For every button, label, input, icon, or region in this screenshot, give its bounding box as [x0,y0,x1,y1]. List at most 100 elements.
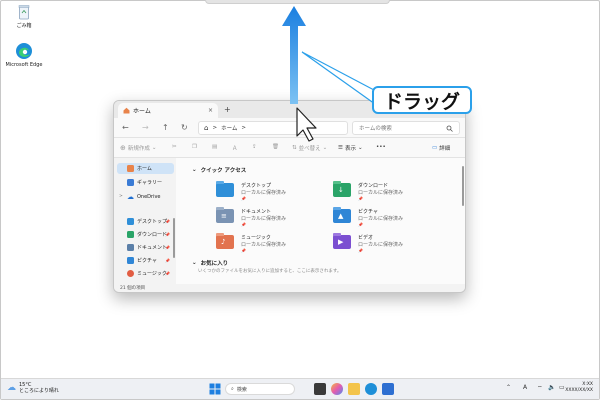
address-bar[interactable]: ⌂ > ホーム > [198,121,348,135]
store-icon[interactable] [382,383,394,395]
documents-icon [127,244,134,251]
desktop-icon-recycle-bin[interactable]: ごみ箱 [0,4,48,29]
view-button-label: 表示 [344,146,356,152]
folder-documents[interactable]: ≡ ドキュメント ローカルに保存済み 📌 [216,207,336,229]
refresh-button[interactable]: ↻ [181,123,188,132]
edge-taskbar-icon[interactable] [365,383,377,395]
desktop-folder-icon [127,218,134,225]
new-button[interactable]: ⊕ 新規作成 ⌄ [120,144,157,152]
start-button[interactable] [209,383,221,395]
folder-status: ローカルに保存済み [241,190,287,196]
back-button[interactable]: ← [122,123,129,132]
chevron-down-icon[interactable]: ⌄ [192,167,197,173]
sidebar-item-downloads[interactable]: ダウンロード 📌 [117,229,174,240]
home-icon [123,107,130,114]
pin-icon: 📌 [165,232,170,237]
chevron-down-icon[interactable]: ⌄ [192,260,197,266]
desktop-icon-edge[interactable]: Microsoft Edge [0,42,48,68]
folder-name: デスクトップ [241,183,272,189]
pictures-folder-icon: ▲ [333,207,351,223]
volume-icon[interactable]: 🔈 [548,384,555,391]
content-pane: ⌄ クイック アクセス デスクトップ ローカルに保存済み 📌 ↓ ダウンロード … [176,158,465,284]
new-tab-button[interactable]: + [224,105,231,114]
tab-title: ホーム [133,108,151,115]
sidebar-item-pictures[interactable]: ピクチャ 📌 [117,255,174,266]
file-explorer-taskbar-icon[interactable] [348,383,360,395]
file-explorer-window[interactable]: ホーム × + ← → ↑ ↻ ⌂ > ホーム > ホームの検索 ⊕ 新規作成 … [113,100,466,293]
pin-icon: 📌 [358,196,363,201]
sidebar-item-label: ホーム [137,166,152,172]
download-icon [127,231,134,238]
pin-icon: 📌 [165,219,170,224]
paste-icon[interactable]: ▤ [212,144,217,150]
favorites-header[interactable]: ⌄ お気に入り [192,259,228,267]
share-icon[interactable]: ⇪ [252,144,257,150]
quick-access-title: クイック アクセス [200,168,247,174]
desktop-icon-label: ごみ箱 [16,23,32,29]
folder-desktop[interactable]: デスクトップ ローカルに保存済み 📌 [216,181,336,203]
copilot-icon[interactable] [331,383,343,395]
quick-access-header[interactable]: ⌄ クイック アクセス [192,166,246,174]
forward-button[interactable]: → [142,123,149,132]
pin-icon: 📌 [165,258,170,263]
sidebar-item-onedrive[interactable]: > ☁ OneDrive [117,191,174,202]
chevron-right-icon[interactable]: > [119,194,123,199]
favorites-empty-message: いくつかのファイルをお気に入りに追加すると、ここに表示されます。 [198,269,342,274]
clock[interactable]: X:XX XXXX/XX/XX [565,382,593,394]
wifi-icon[interactable]: ⌔ [537,384,543,392]
task-view-icon[interactable] [314,383,326,395]
music-icon [127,270,134,277]
breadcrumb-home[interactable]: ホーム [221,124,237,132]
chevron-up-icon[interactable]: ⌃ [506,384,511,391]
up-button[interactable]: ↑ [162,123,169,132]
command-bar: ⊕ 新規作成 ⌄ ✂ ❐ ▤ Ａ ⇪ 🗑 ⇅ 並べ替え ⌄ ☰ 表示 ⌄ •••… [114,138,465,158]
new-button-label: 新規作成 [127,146,150,152]
sort-button-label: 並べ替え [298,146,321,152]
sidebar-item-home[interactable]: ホーム [117,163,174,174]
details-button[interactable]: ▭ 詳細 [432,144,450,152]
sidebar-item-gallery[interactable]: ギャラリー [117,177,174,188]
sort-button[interactable]: ⇅ 並べ替え ⌄ [292,144,327,152]
ime-indicator[interactable]: A [523,384,527,391]
pin-icon: 📌 [241,196,246,201]
weather-description: ところにより晴れ [19,388,59,394]
plus-icon: ⊕ [120,144,126,152]
delete-icon[interactable]: 🗑 [272,144,279,150]
recycle-bin-icon [18,4,30,20]
tab-home[interactable]: ホーム × [118,103,218,118]
sidebar-item-label: ミュージック [137,271,167,277]
content-scrollbar[interactable] [462,166,464,206]
copy-icon[interactable]: ❐ [192,144,197,150]
cut-icon[interactable]: ✂ [172,144,177,150]
close-tab-icon[interactable]: × [208,107,213,114]
chevron-down-icon: ⌄ [151,145,157,151]
sidebar-item-label: ピクチャ [137,258,157,264]
breadcrumb-separator: > [241,125,247,131]
view-button[interactable]: ☰ 表示 ⌄ [338,144,363,152]
rename-icon[interactable]: Ａ [232,144,238,152]
folder-downloads[interactable]: ↓ ダウンロード ローカルに保存済み 📌 [333,181,453,203]
weather-widget[interactable]: ☁ 15°C ところにより晴れ [7,382,59,394]
pin-icon: 📌 [241,222,246,227]
folder-videos[interactable]: ▶ ビデオ ローカルに保存済み 📌 [333,233,453,255]
clock-date: XXXX/XX/XX [565,388,593,393]
sidebar-item-desktop[interactable]: デスクトップ 📌 [117,216,174,227]
folder-music[interactable]: ♪ ミュージック ローカルに保存済み 📌 [216,233,336,255]
favorites-title: お気に入り [200,261,229,267]
pin-icon: 📌 [358,222,363,227]
sidebar-item-documents[interactable]: ドキュメント 📌 [117,242,174,253]
folder-pictures[interactable]: ▲ ピクチャ ローカルに保存済み 📌 [333,207,453,229]
music-folder-icon: ♪ [216,233,234,249]
details-button-label: 詳細 [439,146,451,152]
taskbar-search[interactable]: ⌕ 検索 [225,383,295,395]
more-options-icon[interactable]: ••• [376,144,386,150]
sidebar-item-music[interactable]: ミュージック 📌 [117,268,174,279]
search-input[interactable]: ホームの検索 [352,121,460,135]
pictures-icon [127,257,134,264]
documents-folder-icon: ≡ [216,207,234,223]
status-bar: 21 個の項目 [114,284,465,292]
battery-icon[interactable]: ▭ [559,384,565,391]
screen-top-drop-zone [205,0,390,4]
home-icon: ⌂ [204,124,209,132]
taskbar-search-placeholder: 検索 [236,386,247,393]
